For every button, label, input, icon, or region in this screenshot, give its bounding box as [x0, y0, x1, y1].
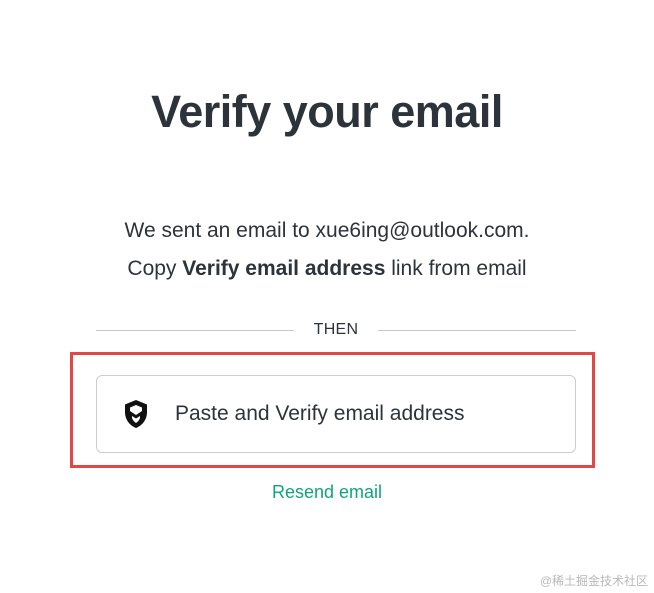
divider-label: THEN [313, 321, 359, 338]
instruction-suffix: link from email [385, 257, 527, 280]
divider-line-right [378, 329, 577, 331]
paste-verify-button[interactable]: Paste and Verify email address [96, 375, 576, 453]
shield-icon [122, 398, 150, 430]
instruction-line-email: We sent an email to xue6ing@outlook.com. [124, 219, 530, 242]
watermark: @稀土掘金技术社区 [539, 574, 648, 588]
divider-line-left [96, 329, 294, 331]
then-divider: THEN [96, 320, 577, 340]
paste-verify-label: Paste and Verify email address [175, 402, 465, 425]
page-title: Verify your email [151, 86, 503, 137]
instruction-prefix: Copy [127, 257, 183, 280]
instruction-link-name: Verify email address [182, 257, 386, 280]
instruction-line-copy: Copy Verify email address link from emai… [0, 250, 654, 288]
instruction-text: We sent an email to xue6ing@outlook.com.… [0, 212, 654, 288]
resend-email-link[interactable]: Resend email [0, 482, 654, 503]
